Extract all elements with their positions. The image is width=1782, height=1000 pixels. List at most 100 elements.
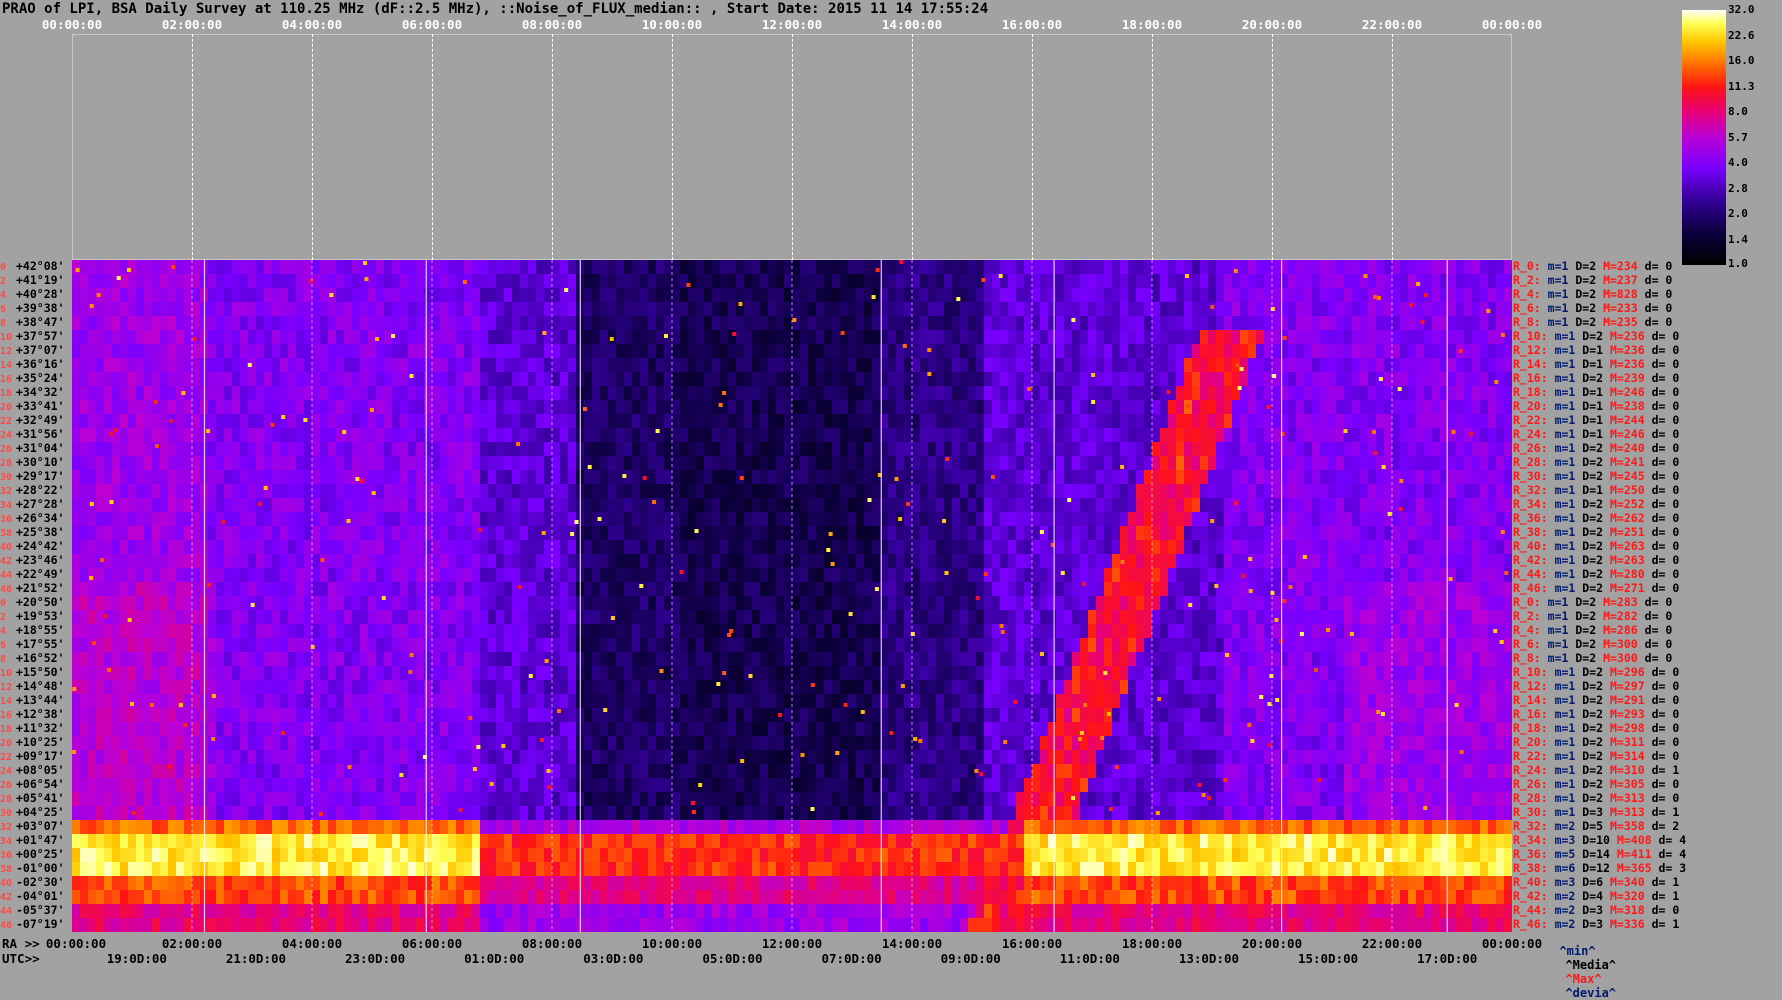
heatmap-cell <box>224 456 233 470</box>
heatmap-cell <box>432 470 441 484</box>
heatmap-cell <box>400 624 409 638</box>
heatmap-cell <box>472 638 481 652</box>
heatmap-cell <box>1288 428 1297 442</box>
heatmap-cell <box>144 554 153 568</box>
heatmap-cell <box>424 260 433 274</box>
heatmap-cell <box>152 582 161 596</box>
heatmap-cell <box>1264 470 1273 484</box>
heatmap-cell <box>720 554 729 568</box>
heatmap-cell <box>584 554 593 568</box>
heatmap-cell <box>560 554 569 568</box>
heatmap-cell <box>1144 344 1153 358</box>
heatmap-cell <box>1352 540 1361 554</box>
heatmap-cell <box>784 386 793 400</box>
heatmap-cell <box>368 596 377 610</box>
heatmap-cell <box>336 624 345 638</box>
heatmap-cell <box>864 624 873 638</box>
heatmap-cell <box>1296 414 1305 428</box>
heatmap-cell <box>1120 484 1129 498</box>
heatmap-cell <box>72 386 81 400</box>
heatmap-cell <box>1224 260 1233 274</box>
heatmap-cell <box>384 554 393 568</box>
heatmap-cell <box>624 596 633 610</box>
heatmap-cell <box>1376 344 1385 358</box>
heatmap-cell <box>472 372 481 386</box>
heatmap-cell <box>456 386 465 400</box>
heatmap-cell <box>344 484 353 498</box>
heatmap-cell <box>632 358 641 372</box>
heatmap-cell <box>312 344 321 358</box>
heatmap-cell <box>728 302 737 316</box>
heatmap-cell <box>728 400 737 414</box>
top-grid-line <box>1152 34 1153 260</box>
heatmap-cell <box>1248 540 1257 554</box>
heatmap-cell <box>872 596 881 610</box>
heatmap-cell <box>536 414 545 428</box>
heatmap-cell <box>792 526 801 540</box>
heatmap-cell <box>1112 344 1121 358</box>
heatmap-cell <box>832 414 841 428</box>
heatmap-cell <box>1216 428 1225 442</box>
heatmap-cell <box>432 400 441 414</box>
heatmap-cell <box>888 316 897 330</box>
heatmap-cell <box>96 274 105 288</box>
heatmap-cell <box>1056 302 1065 316</box>
heatmap-cell <box>488 554 497 568</box>
heatmap-cell <box>1168 624 1177 638</box>
heatmap-cell <box>128 596 137 610</box>
heatmap-cell <box>304 302 313 316</box>
heatmap-cell <box>1472 456 1481 470</box>
heatmap-cell <box>1344 400 1353 414</box>
heatmap-cell <box>1112 288 1121 302</box>
heatmap-cell <box>104 260 113 274</box>
heatmap-cell <box>624 484 633 498</box>
heatmap-cell <box>216 302 225 316</box>
heatmap-cell <box>80 456 89 470</box>
heatmap-cell <box>1272 526 1281 540</box>
heatmap-cell <box>1200 358 1209 372</box>
heatmap-cell <box>328 568 337 582</box>
heatmap-cell <box>328 442 337 456</box>
heatmap-cell <box>1136 484 1145 498</box>
heatmap-cell <box>736 540 745 554</box>
heatmap-cell <box>1160 484 1169 498</box>
heatmap-cell <box>160 554 169 568</box>
heatmap-cell <box>736 568 745 582</box>
heatmap-cell <box>1248 428 1257 442</box>
heatmap-cell <box>184 316 193 330</box>
heatmap-cell <box>960 372 969 386</box>
heatmap-cell <box>768 260 777 274</box>
heatmap-cell <box>1008 498 1017 512</box>
heatmap-cell <box>712 582 721 596</box>
heatmap-cell <box>1480 358 1489 372</box>
heatmap-cell <box>1120 526 1129 540</box>
heatmap-cell <box>144 372 153 386</box>
heatmap-cell <box>560 470 569 484</box>
heatmap-cell <box>1312 414 1321 428</box>
heatmap-cell <box>1504 554 1512 568</box>
heatmap-cell <box>392 526 401 540</box>
heatmap-cell <box>400 554 409 568</box>
heatmap-cell <box>1472 358 1481 372</box>
heatmap-cell <box>104 344 113 358</box>
heatmap-cell <box>320 274 329 288</box>
heatmap-cell <box>280 302 289 316</box>
heatmap-cell <box>400 414 409 428</box>
heatmap-cell <box>464 526 473 540</box>
heatmap-cell <box>624 456 633 470</box>
heatmap-cell <box>1016 288 1025 302</box>
heatmap-cell <box>1480 288 1489 302</box>
heatmap-cell <box>928 316 937 330</box>
heatmap-cell <box>440 400 449 414</box>
heatmap-cell <box>288 596 297 610</box>
top-tick-label: 16:00:00 <box>1002 17 1062 33</box>
heatmap-cell <box>1336 428 1345 442</box>
heatmap-cell <box>104 638 113 652</box>
heatmap-cell <box>1368 274 1377 288</box>
heatmap-cell <box>80 330 89 344</box>
heatmap-cell <box>464 414 473 428</box>
heatmap-cell <box>1448 274 1457 288</box>
heatmap-cell <box>816 568 825 582</box>
heatmap-cell <box>1024 372 1033 386</box>
heatmap-cell <box>1336 358 1345 372</box>
